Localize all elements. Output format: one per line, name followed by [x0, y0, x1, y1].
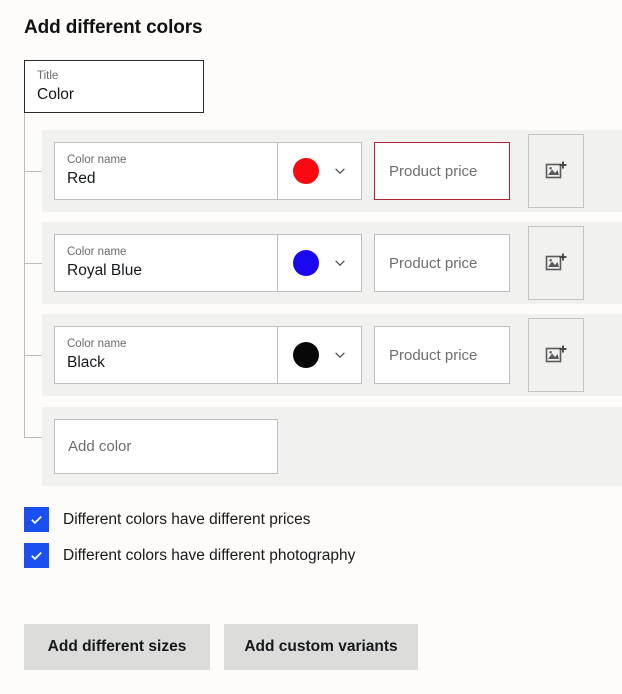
product-price-input[interactable]: Product price [374, 142, 510, 200]
title-field-value: Color [37, 86, 75, 103]
add-image-icon [545, 253, 567, 271]
color-name-label: Color name [67, 338, 127, 350]
tree-trunk-line [24, 113, 25, 438]
page-title: Add different colors [24, 17, 203, 38]
product-price-input[interactable]: Product price [374, 326, 510, 384]
tree-branch-2 [24, 263, 43, 264]
add-different-sizes-button[interactable]: Add different sizes [24, 624, 210, 670]
color-swatch-icon [292, 342, 319, 368]
color-name-label: Color name [67, 246, 127, 258]
add-image-button[interactable] [528, 226, 584, 300]
color-name-input[interactable]: Color name Royal Blue [55, 235, 277, 291]
color-name-value: Royal Blue [67, 262, 142, 279]
tree-branch-1 [24, 171, 43, 172]
color-select-combo[interactable]: Color name Red [54, 142, 362, 200]
color-swatch-dropdown[interactable] [277, 143, 361, 199]
color-swatch-dropdown[interactable] [277, 235, 361, 291]
checkbox-label-photography: Different colors have different photogra… [63, 546, 356, 564]
color-select-combo[interactable]: Color name Black [54, 326, 362, 384]
color-name-value: Black [67, 354, 105, 371]
color-swatch-icon [292, 250, 319, 276]
add-image-icon [545, 345, 567, 363]
add-color-row: Add color [42, 407, 622, 486]
checkbox-row-photography[interactable]: Different colors have different photogra… [24, 543, 355, 568]
chevron-down-icon [334, 352, 345, 359]
tree-branch-4 [24, 437, 43, 438]
table-row: Color name Red Product price [42, 130, 622, 212]
title-input[interactable]: Title Color [24, 60, 204, 113]
tree-branch-3 [24, 355, 43, 356]
color-name-input[interactable]: Color name Red [55, 143, 277, 199]
color-select-combo[interactable]: Color name Royal Blue [54, 234, 362, 292]
check-icon [31, 551, 42, 561]
table-row: Color name Royal Blue Product price [42, 222, 622, 304]
add-image-button[interactable] [528, 318, 584, 392]
checkbox-different-photography[interactable] [24, 543, 49, 568]
add-colors-panel: Add different colors Title Color Color n… [0, 0, 622, 694]
check-icon [31, 515, 42, 525]
product-price-input[interactable]: Product price [374, 234, 510, 292]
color-name-input[interactable]: Color name Black [55, 327, 277, 383]
checkbox-label-prices: Different colors have different prices [63, 510, 311, 528]
checkbox-different-prices[interactable] [24, 507, 49, 532]
color-swatch-dropdown[interactable] [277, 327, 361, 383]
color-name-value: Red [67, 170, 96, 187]
color-name-label: Color name [67, 154, 127, 166]
table-row: Color name Black Product price [42, 314, 622, 396]
add-custom-variants-button[interactable]: Add custom variants [224, 624, 418, 670]
add-image-button[interactable] [528, 134, 584, 208]
chevron-down-icon [334, 168, 345, 175]
add-color-input[interactable]: Add color [54, 419, 278, 474]
add-image-icon [545, 161, 567, 179]
chevron-down-icon [334, 260, 345, 267]
title-field-label: Title [37, 70, 59, 82]
checkbox-row-prices[interactable]: Different colors have different prices [24, 507, 311, 532]
color-swatch-icon [292, 158, 319, 184]
